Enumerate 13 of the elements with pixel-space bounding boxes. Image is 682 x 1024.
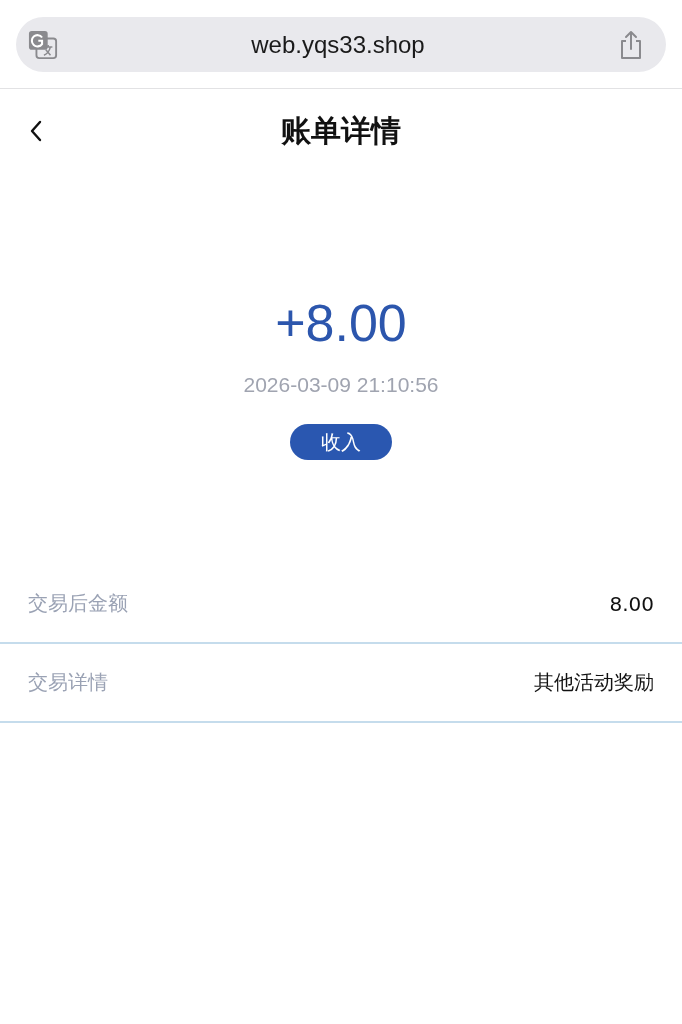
- address-bar[interactable]: web.yqs33.shop: [16, 17, 666, 72]
- url-text[interactable]: web.yqs33.shop: [251, 30, 425, 59]
- page-title: 账单详情: [281, 111, 401, 150]
- row-value: 8.00: [609, 591, 654, 616]
- transaction-time: 2026-03-09 21:10:56: [243, 373, 439, 397]
- row-value: 其他活动奖励: [534, 669, 654, 696]
- row-label: 交易后金额: [28, 590, 128, 617]
- amount-text: +8.00: [275, 293, 407, 353]
- back-icon[interactable]: [29, 119, 43, 143]
- translate-icon[interactable]: [28, 29, 58, 60]
- row-label: 交易详情: [28, 669, 108, 696]
- type-badge: 收入: [290, 424, 392, 460]
- share-icon[interactable]: [618, 28, 644, 61]
